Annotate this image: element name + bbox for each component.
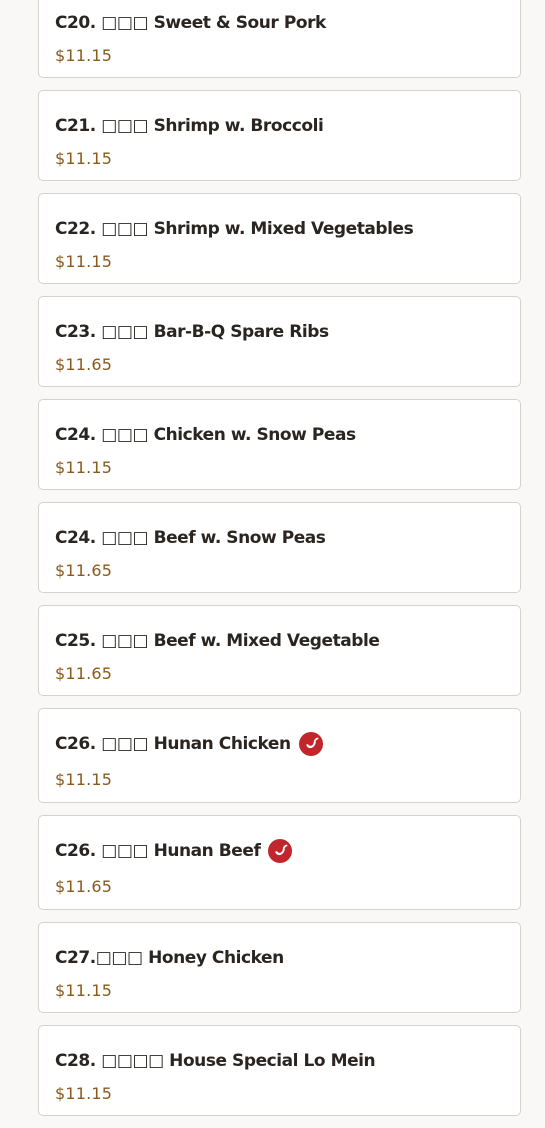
menu-item-title: C26. □□□ Hunan Chicken xyxy=(55,732,504,756)
menu-item-card[interactable]: C20. □□□ Sweet & Sour Pork $11.15 xyxy=(38,0,521,78)
menu-item-price: $11.65 xyxy=(55,355,113,374)
menu-item-name: C25. □□□ Beef w. Mixed Vegetable xyxy=(55,631,380,651)
menu-item-name: C21. □□□ Shrimp w. Broccoli xyxy=(55,116,324,136)
menu-item-title: C24. □□□ Beef w. Snow Peas xyxy=(55,526,504,550)
menu-item-price: $11.15 xyxy=(55,981,113,1000)
menu-item-name: C27.□□□ Honey Chicken xyxy=(55,948,284,968)
menu-item-name: C26. □□□ Hunan Chicken xyxy=(55,734,291,754)
menu-item-card[interactable]: C27.□□□ Honey Chicken $11.15 xyxy=(38,922,521,1013)
menu-item-name: C23. □□□ Bar-B-Q Spare Ribs xyxy=(55,322,329,342)
menu-item-title: C24. □□□ Chicken w. Snow Peas xyxy=(55,423,504,447)
menu-item-name: C24. □□□ Beef w. Snow Peas xyxy=(55,528,326,548)
menu-item-price: $11.15 xyxy=(55,1084,113,1103)
menu-item-name: C22. □□□ Shrimp w. Mixed Vegetables xyxy=(55,219,414,239)
menu-item-list: C20. □□□ Sweet & Sour Pork $11.15 C21. □□□… xyxy=(38,0,521,1128)
menu-item-price: $11.65 xyxy=(55,561,113,580)
menu-item-card[interactable]: C28. □□□□ House Special Lo Mein $11.15 xyxy=(38,1025,521,1116)
menu-item-price: $11.15 xyxy=(55,149,113,168)
menu-item-name: C26. □□□ Hunan Beef xyxy=(55,841,261,861)
menu-item-name: C24. □□□ Chicken w. Snow Peas xyxy=(55,425,356,445)
menu-item-title: C26. □□□ Hunan Beef xyxy=(55,839,504,863)
menu-item-card[interactable]: C24. □□□ Beef w. Snow Peas $11.65 xyxy=(38,502,521,593)
menu-item-title: C25. □□□ Beef w. Mixed Vegetable xyxy=(55,629,504,653)
spicy-chili-icon xyxy=(298,732,323,756)
menu-item-card[interactable]: C23. □□□ Bar-B-Q Spare Ribs $11.65 xyxy=(38,296,521,387)
spicy-chili-icon xyxy=(268,839,293,863)
menu-item-card[interactable]: C26. □□□ Hunan Chicken $11.15 xyxy=(38,708,521,803)
menu-item-card[interactable]: C26. □□□ Hunan Beef $11.65 xyxy=(38,815,521,910)
menu-item-title: C22. □□□ Shrimp w. Mixed Vegetables xyxy=(55,217,504,241)
menu-item-card[interactable]: C25. □□□ Beef w. Mixed Vegetable $11.65 xyxy=(38,605,521,696)
menu-item-card[interactable]: C22. □□□ Shrimp w. Mixed Vegetables $11.1… xyxy=(38,193,521,284)
menu-item-title: C21. □□□ Shrimp w. Broccoli xyxy=(55,114,504,138)
menu-item-title: C27.□□□ Honey Chicken xyxy=(55,946,504,970)
menu-item-price: $11.15 xyxy=(55,46,113,65)
menu-item-card[interactable]: C21. □□□ Shrimp w. Broccoli $11.15 xyxy=(38,90,521,181)
menu-item-name: C20. □□□ Sweet & Sour Pork xyxy=(55,13,326,33)
menu-item-card[interactable]: C24. □□□ Chicken w. Snow Peas $11.15 xyxy=(38,399,521,490)
menu-item-title: C28. □□□□ House Special Lo Mein xyxy=(55,1049,504,1073)
menu-item-price: $11.15 xyxy=(55,252,113,271)
menu-item-name: C28. □□□□ House Special Lo Mein xyxy=(55,1051,376,1071)
menu-item-price: $11.15 xyxy=(55,458,113,477)
menu-item-price: $11.15 xyxy=(55,770,113,789)
menu-item-title: C23. □□□ Bar-B-Q Spare Ribs xyxy=(55,320,504,344)
menu-item-price: $11.65 xyxy=(55,664,113,683)
menu-item-title: C20. □□□ Sweet & Sour Pork xyxy=(55,11,504,35)
menu-item-price: $11.65 xyxy=(55,877,113,896)
